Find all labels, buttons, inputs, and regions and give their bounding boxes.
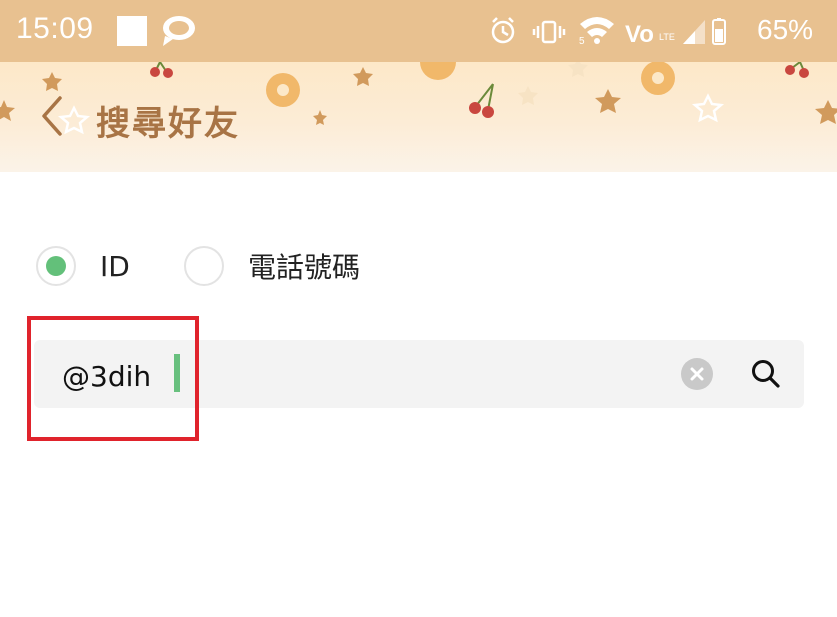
radio-option-id[interactable]: ID (36, 240, 130, 292)
vibrate-icon (532, 20, 566, 44)
radio-label-id: ID (100, 249, 130, 283)
search-input[interactable]: @3dih (34, 340, 804, 408)
search-input-value[interactable]: @3dih (62, 360, 151, 393)
status-bar: 15:09 5 Vo LTE 65% (0, 0, 837, 62)
svg-text:Vo: Vo (625, 21, 654, 48)
chevron-left-icon (42, 96, 62, 136)
signal-icon (683, 20, 705, 44)
battery-percent: 65% (757, 14, 814, 45)
page-title: 搜尋好友 (96, 104, 240, 144)
text-cursor (174, 354, 180, 392)
header-bar: 搜尋好友 (0, 62, 837, 172)
svg-text:LTE: LTE (659, 32, 675, 42)
status-notification-icons (117, 14, 207, 55)
status-time: 15:09 (16, 12, 94, 45)
radio-button-selected[interactable] (36, 246, 76, 286)
radio-option-phone[interactable]: 電話號碼 (184, 240, 360, 292)
radio-label-phone: 電話號碼 (248, 251, 361, 284)
clear-circle-icon (690, 367, 704, 381)
clear-button[interactable] (681, 358, 713, 390)
square-notification-icon (117, 16, 147, 46)
alarm-icon (491, 17, 515, 44)
back-button[interactable] (30, 90, 78, 142)
search-button[interactable] (748, 356, 784, 392)
wifi-icon: 5 (579, 17, 614, 47)
status-system-icons: 5 Vo LTE 65% (437, 0, 837, 62)
radio-button-unselected[interactable] (184, 246, 224, 286)
volte-icon: Vo LTE (625, 21, 675, 48)
radio-selected-dot (46, 256, 66, 276)
chat-bubble-icon (163, 16, 195, 46)
search-type-selector: ID 電話號碼 (0, 240, 837, 292)
battery-icon (712, 18, 726, 45)
search-icon (752, 360, 780, 388)
svg-text:5: 5 (579, 36, 585, 47)
